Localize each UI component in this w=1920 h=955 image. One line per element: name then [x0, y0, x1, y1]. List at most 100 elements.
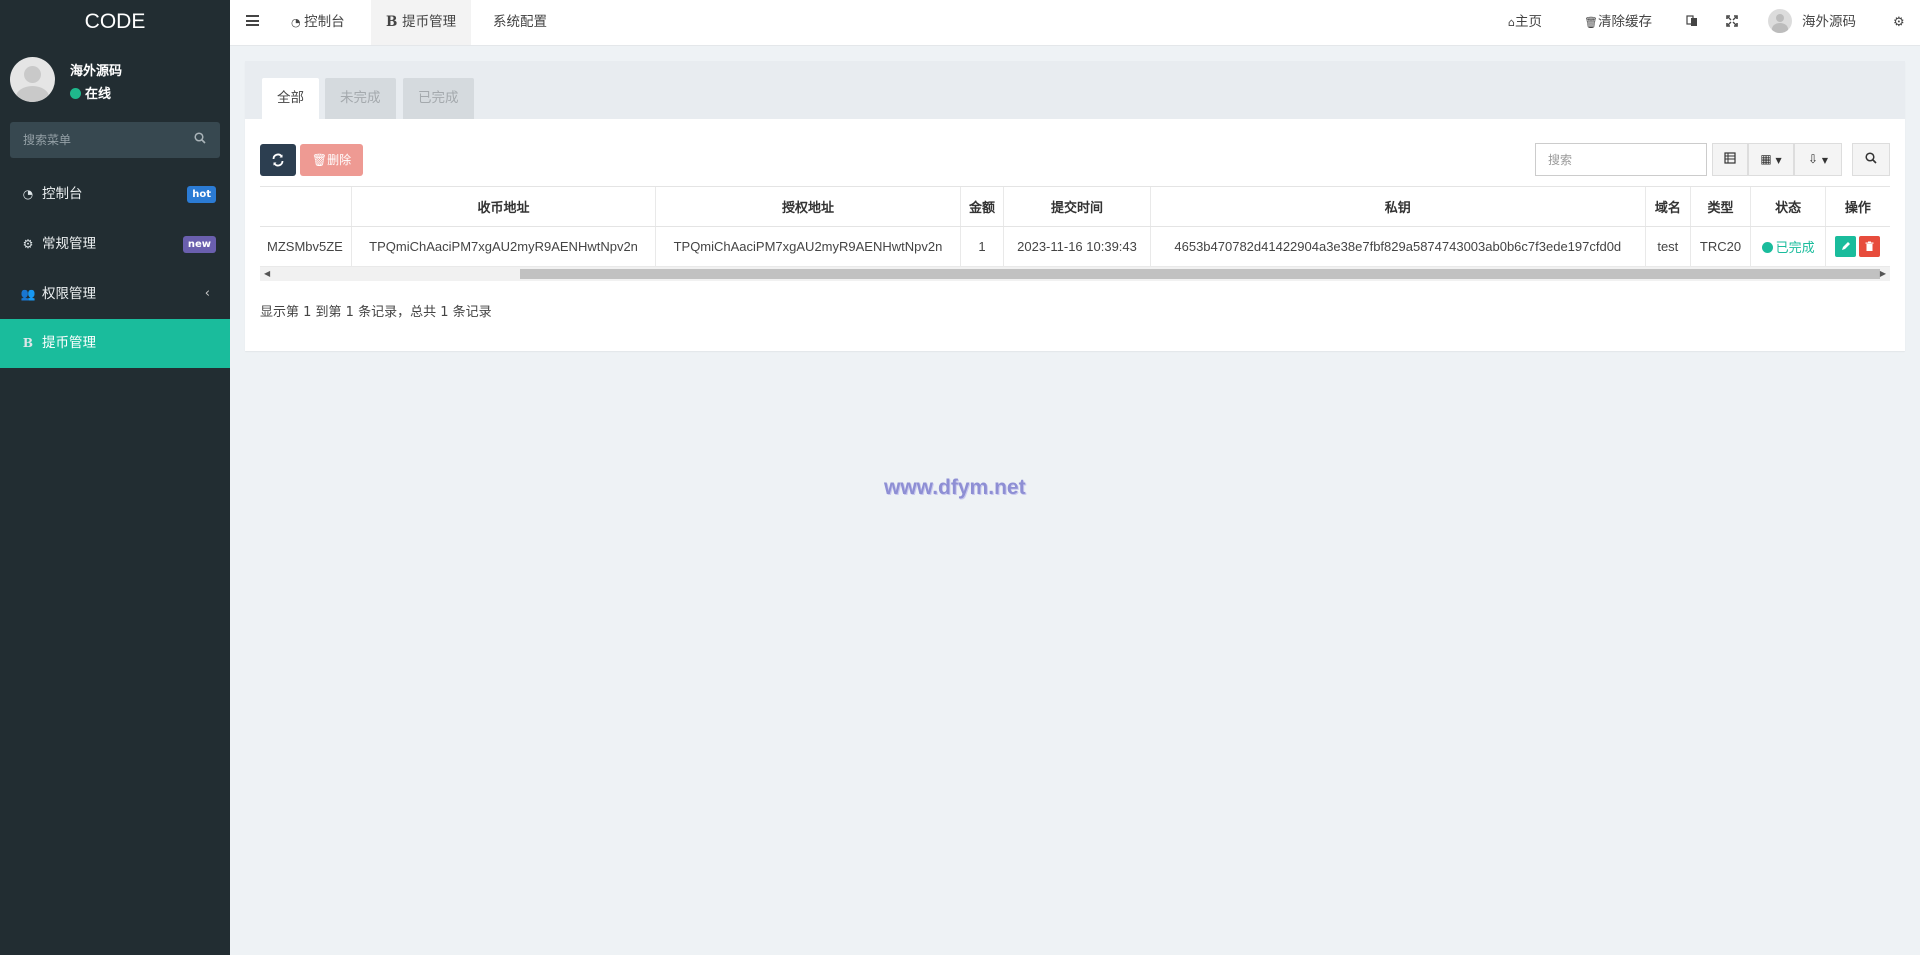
chevron-left-icon[interactable]: ‹ — [205, 269, 210, 319]
user-status-label: 在线 — [85, 87, 112, 102]
sidebar-item-label: 常规管理 — [42, 236, 96, 252]
dashboard-icon: ◔ — [291, 16, 305, 29]
column-header-actions[interactable]: 操作 — [1824, 186, 1890, 227]
menu-search-input[interactable] — [10, 122, 180, 158]
sidebar-menu: ◔ 控制台 hot ⚙ 常规管理 new 👥 权限管理 ‹ B 提币管理 — [0, 169, 230, 368]
tab-label: 系统配置 — [493, 14, 547, 30]
new-badge: new — [182, 236, 216, 253]
avatar — [10, 57, 55, 102]
export-dropdown[interactable]: ⇩ ▼ — [1794, 143, 1842, 176]
sidebar-item-dashboard[interactable]: ◔ 控制台 hot — [0, 169, 230, 219]
content-panel: 全部 未完成 已完成 🗑删除 ▦ ▼ ⇩ ▼ 收币地址 授权地址 金额 提交时间… — [245, 61, 1905, 351]
caret-down-icon: ▼ — [1775, 156, 1782, 165]
tab-completed[interactable]: 已完成 — [403, 78, 474, 119]
avatar — [1768, 9, 1792, 33]
translate-icon[interactable] — [1686, 0, 1698, 45]
advanced-search-button[interactable] — [1852, 143, 1890, 176]
table-row[interactable]: MZSMbv5ZE TPQmiChAaciPM7xgAU2myR9AENHwtN… — [260, 226, 1890, 267]
delete-button[interactable]: 🗑删除 — [300, 144, 363, 176]
delete-row-button[interactable] — [1859, 236, 1881, 257]
scroll-right-icon[interactable]: ▶ — [1880, 269, 1886, 278]
search-icon — [1865, 152, 1877, 164]
sidebar-item-general[interactable]: ⚙ 常规管理 new — [0, 219, 230, 269]
tab-incomplete[interactable]: 未完成 — [325, 78, 396, 119]
trash-icon: 🗑 — [1584, 16, 1598, 29]
watermark: www.dfym.net — [884, 476, 1026, 499]
search-icon[interactable] — [194, 132, 206, 144]
status-label: 已完成 — [1775, 240, 1815, 255]
cell-private-key: 4653b470782d41422904a3e38e7fbf829a587474… — [1149, 226, 1646, 267]
bitcoin-icon: B — [386, 14, 403, 30]
column-header-submit-time[interactable]: 提交时间 — [1003, 186, 1151, 227]
withdraw-table: 收币地址 授权地址 金额 提交时间 私钥 域名 类型 状态 操作 MZSMbv5… — [260, 186, 1890, 267]
tab-label: 提币管理 — [402, 14, 457, 30]
brand-logo[interactable]: CODE — [0, 0, 230, 44]
horizontal-scrollbar[interactable]: ◀ ▶ — [260, 267, 1890, 281]
refresh-icon — [272, 153, 284, 167]
panel-tabs: 全部 未完成 已完成 — [245, 61, 1905, 119]
column-header-receive-address[interactable]: 收币地址 — [350, 186, 656, 227]
top-navbar: ◔ 控制台 B 提币管理 系统配置 ⌂主页 🗑清除缓存 海外源码 ⚙ — [230, 0, 1920, 46]
columns-dropdown[interactable]: ▦ ▼ — [1748, 143, 1794, 176]
cell-actions — [1824, 226, 1890, 267]
cell-receive-address: TPQmiChAaciPM7xgAU2myR9AENHwtNpv2n — [350, 226, 656, 267]
tab-all[interactable]: 全部 — [262, 78, 319, 119]
column-header[interactable] — [260, 186, 352, 227]
toggle-view-icon[interactable] — [1712, 143, 1748, 176]
tab-dashboard[interactable]: ◔ 控制台 — [276, 0, 360, 45]
cell-submit-time: 2023-11-16 10:39:43 — [1003, 226, 1151, 267]
column-header-private-key[interactable]: 私钥 — [1149, 186, 1646, 227]
cell-status: 已完成 — [1750, 226, 1826, 267]
menu-toggle-icon[interactable] — [246, 15, 259, 26]
settings-gear-icon[interactable]: ⚙ — [1893, 0, 1905, 45]
clear-cache-label: 清除缓存 — [1597, 14, 1652, 30]
user-name: 海外源码 — [70, 64, 123, 79]
fullscreen-icon[interactable] — [1726, 0, 1738, 45]
column-header-type[interactable]: 类型 — [1689, 186, 1751, 227]
table-header-row: 收币地址 授权地址 金额 提交时间 私钥 域名 类型 状态 操作 — [260, 186, 1890, 227]
column-header-status[interactable]: 状态 — [1750, 186, 1826, 227]
hot-badge: hot — [187, 186, 216, 203]
sidebar-search — [10, 122, 220, 158]
export-icon: ⇩ — [1807, 152, 1819, 166]
sidebar-item-label: 提币管理 — [42, 335, 96, 351]
tab-label: 控制台 — [304, 14, 345, 30]
cell-auth-address: TPQmiChAaciPM7xgAU2myR9AENHwtNpv2n — [655, 226, 961, 267]
cogs-icon: ⚙ — [22, 237, 34, 251]
edit-button[interactable] — [1835, 236, 1857, 257]
sidebar: CODE 海外源码 在线 ◔ 控制台 hot ⚙ 常规管理 new 👥 权限管理 ‹ … — [0, 0, 230, 955]
table-search-input[interactable] — [1535, 143, 1707, 176]
online-dot-icon — [70, 88, 81, 99]
sidebar-item-withdraw[interactable]: B 提币管理 — [0, 319, 230, 368]
sidebar-item-label: 权限管理 — [42, 286, 96, 302]
user-menu-label: 海外源码 — [1802, 14, 1856, 30]
column-header-domain[interactable]: 域名 — [1644, 186, 1691, 227]
sidebar-item-permissions[interactable]: 👥 权限管理 ‹ — [0, 269, 230, 319]
pencil-icon — [1842, 242, 1851, 250]
cell-partial: MZSMbv5ZE — [260, 226, 352, 267]
dashboard-icon: ◔ — [22, 187, 34, 201]
grid-icon: ▦ — [1760, 152, 1772, 166]
trash-icon: 🗑 — [311, 153, 328, 167]
bitcoin-icon: B — [22, 336, 34, 350]
cell-type: TRC20 — [1689, 226, 1751, 267]
user-panel: 海外源码 在线 — [0, 44, 230, 114]
status-dot-icon — [1761, 242, 1773, 253]
column-header-auth-address[interactable]: 授权地址 — [655, 186, 961, 227]
clear-cache-button[interactable]: 🗑清除缓存 — [1584, 0, 1652, 45]
home-icon: ⌂ — [1508, 16, 1515, 29]
scroll-left-icon[interactable]: ◀ — [264, 269, 270, 278]
status-badge: 已完成 — [1761, 240, 1815, 255]
refresh-button[interactable] — [260, 144, 296, 176]
tab-system-config[interactable]: 系统配置 — [478, 0, 562, 45]
trash-icon — [1865, 241, 1874, 251]
sidebar-item-label: 控制台 — [42, 186, 83, 202]
column-header-amount[interactable]: 金额 — [959, 186, 1004, 227]
user-menu[interactable]: 海外源码 — [1768, 0, 1856, 45]
caret-down-icon: ▼ — [1821, 156, 1829, 165]
home-label: 主页 — [1514, 14, 1542, 30]
home-link[interactable]: ⌂主页 — [1508, 0, 1542, 45]
scrollbar-thumb[interactable] — [520, 269, 1880, 279]
tab-withdraw[interactable]: B 提币管理 — [371, 0, 472, 45]
cell-domain: test — [1644, 226, 1691, 267]
